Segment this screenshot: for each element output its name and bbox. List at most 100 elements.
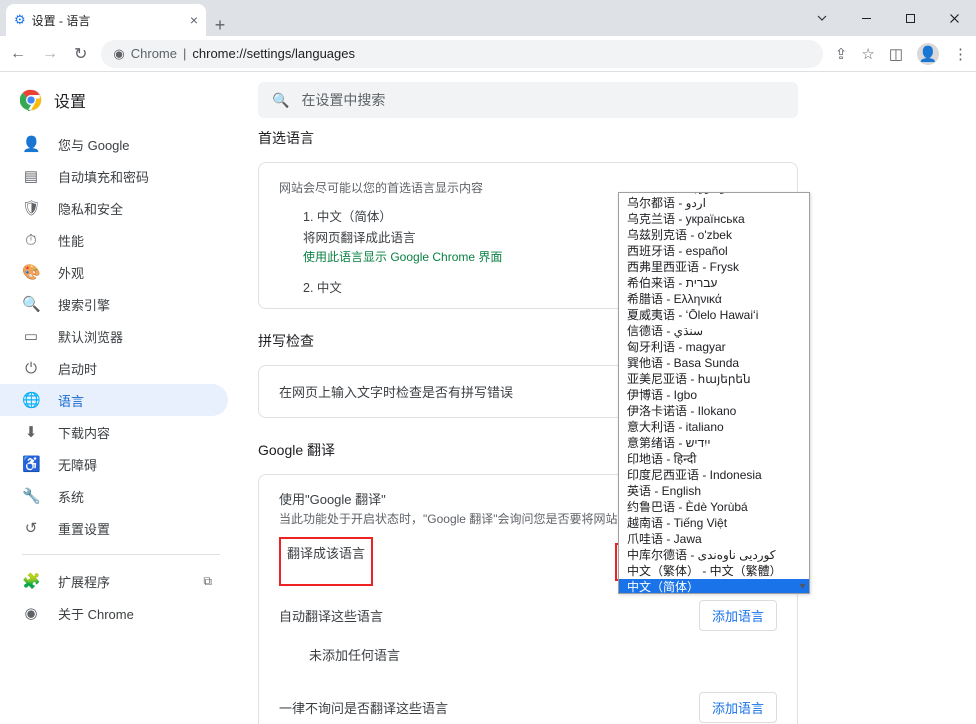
minimize-icon[interactable] [844, 0, 888, 36]
back-button[interactable]: ← [8, 45, 28, 63]
palette-icon: 🎨 [22, 263, 40, 281]
add-language-button-2[interactable]: 添加语言 [699, 692, 777, 723]
language-option[interactable]: 乌兹别克语 - o'zbek [619, 227, 809, 243]
new-tab-button[interactable]: + [206, 15, 234, 36]
sidebar-item-search[interactable]: 🔍 搜索引擎 [0, 288, 228, 320]
language-option[interactable]: 匈牙利语 - magyar [619, 339, 809, 355]
language-option[interactable]: 越南语 - Tiếng Việt [619, 515, 809, 531]
search-icon: 🔍 [22, 295, 40, 313]
sidebar-item-access[interactable]: ♿ 无障碍 [0, 448, 228, 480]
sidebar-item-label: 扩展程序 [58, 572, 110, 591]
sidebar-item-label: 默认浏览器 [58, 327, 123, 346]
window-titlebar: ⚙ 设置 - 语言 × + [0, 0, 976, 36]
toolbar-right: ⇪ ☆ ◫ 👤 ⋮ [835, 43, 968, 65]
speed-icon: ⏱ [22, 232, 40, 249]
language-option[interactable]: 中文（繁体） - 中文（繁體） [619, 563, 809, 579]
download-icon: ⬇ [22, 423, 40, 441]
language-option[interactable]: 爪哇语 - Jawa [619, 531, 809, 547]
url-prefix: Chrome [131, 46, 177, 61]
language-option[interactable]: 巽他语 - Basa Sunda [619, 355, 809, 371]
language-option[interactable]: 中文（简体） [619, 579, 809, 594]
sidebar-item-shield[interactable]: 🛡隐私和安全 [0, 192, 228, 224]
close-window-icon[interactable] [932, 0, 976, 36]
menu-icon[interactable]: ⋮ [953, 45, 968, 63]
reset-icon: ↺ [22, 519, 40, 537]
browser-icon: ▭ [22, 327, 40, 345]
share-icon[interactable]: ⇪ [835, 45, 848, 63]
sidebar-item-about[interactable]: ◉关于 Chrome [0, 597, 228, 629]
sidebar-item-autofill[interactable]: ▤ 自动填充和密码 [0, 160, 228, 192]
language-option[interactable]: 夏威夷语 - ʻŌlelo Hawaiʻi [619, 307, 809, 323]
sidebar-item-label: 您与 Google [58, 135, 130, 154]
sidebar-item-label: 重置设置 [58, 519, 110, 538]
language-option[interactable]: 中库尔德语 - کوردیی ناوەندی [619, 547, 809, 563]
sidebar-item-label: 下载内容 [58, 423, 110, 442]
sidebar-item-person[interactable]: 👤您与 Google [0, 128, 228, 160]
auto-translate-label: 自动翻译这些语言 [279, 606, 383, 625]
language-option[interactable]: 印度尼西亚语 - Indonesia [619, 467, 809, 483]
url-input[interactable]: ◉ Chrome | chrome://settings/languages [101, 40, 822, 68]
autofill-icon: ▤ [22, 167, 40, 185]
maximize-icon[interactable] [888, 0, 932, 36]
set-ui-language-link[interactable]: 使用此语言显示 Google Chrome 界面 [303, 250, 502, 264]
sidebar-item-label: 无障碍 [58, 455, 97, 474]
sidebar-item-label: 启动时 [58, 359, 97, 378]
gear-icon: ⚙ [14, 12, 26, 28]
sidebar-item-power[interactable]: ⏻启动时 [0, 352, 228, 384]
preferred-languages-heading: 首选语言 [258, 128, 976, 148]
language-option[interactable]: 亚美尼亚语 - հայերեն [619, 371, 809, 387]
shield-icon: 🛡 [22, 199, 40, 217]
language-option[interactable]: 伊博语 - Igbo [619, 387, 809, 403]
language-option[interactable]: 希伯来语 - עברית [619, 275, 809, 291]
language-option[interactable]: 约鲁巴语 - Èdè Yorùbá [619, 499, 809, 515]
reload-button[interactable]: ↻ [72, 44, 89, 64]
language-dropdown: 土耳其语 - Türkçe土库曼语 - türkmen dili威尔士语 - C… [618, 192, 810, 594]
language-option[interactable]: 伊洛卡诺语 - Ilokano [619, 403, 809, 419]
language-option[interactable]: 乌克兰语 - українська [619, 211, 809, 227]
sidebar-item-ext[interactable]: 🧩扩展程序⧉ [0, 565, 228, 597]
tab-close-icon[interactable]: × [190, 12, 198, 28]
chevron-down-icon[interactable] [800, 0, 844, 36]
language-option[interactable]: 信德语 - سنڌي [619, 323, 809, 339]
language-option[interactable]: 希腊语 - Ελληνικά [619, 291, 809, 307]
language-option[interactable]: 西弗里西亚语 - Frysk [619, 259, 809, 275]
sidebar-item-reset[interactable]: ↺ 重置设置 [0, 512, 228, 544]
forward-button[interactable]: → [40, 45, 60, 63]
wrench-icon: 🔧 [22, 487, 40, 505]
external-link-icon: ⧉ [203, 574, 212, 589]
sidebar-item-palette[interactable]: 🎨外观 [0, 256, 228, 288]
language-option[interactable]: 意第绪语 - ייִדיש [619, 435, 809, 451]
chrome-icon: ◉ [113, 46, 124, 62]
sidebar-item-download[interactable]: ⬇ 下载内容 [0, 416, 228, 448]
translate-target-label: 翻译成该语言 [279, 537, 373, 586]
sidebar-item-wrench[interactable]: 🔧 系统 [0, 480, 228, 512]
sidebar-item-globe[interactable]: 🌐语言 [0, 384, 228, 416]
about-icon: ◉ [22, 604, 40, 622]
sidebar-item-label: 搜索引擎 [58, 295, 110, 314]
bookmark-icon[interactable]: ☆ [861, 45, 874, 63]
spell-desc: 在网页上输入文字时检查是否有拼写错误 [279, 385, 513, 400]
sidebar-item-label: 自动填充和密码 [58, 167, 149, 186]
language-option[interactable]: 西班牙语 - español [619, 243, 809, 259]
language-dropdown-list[interactable]: 土耳其语 - Türkçe土库曼语 - türkmen dili威尔士语 - C… [619, 193, 809, 594]
sidebar-item-browser[interactable]: ▭ 默认浏览器 [0, 320, 228, 352]
address-bar: ← → ↻ ◉ Chrome | chrome://settings/langu… [0, 36, 976, 72]
language-option[interactable]: 印地语 - हिन्दी [619, 451, 809, 467]
never-translate-label: 一律不询问是否翻译这些语言 [279, 698, 448, 717]
tab-title: 设置 - 语言 [32, 12, 91, 29]
language-option[interactable]: 英语 - English [619, 483, 809, 499]
add-language-button-1[interactable]: 添加语言 [699, 600, 777, 631]
access-icon: ♿ [22, 455, 40, 473]
sidebar-item-label: 性能 [58, 231, 84, 250]
sidebar-item-label: 系统 [58, 487, 84, 506]
spell-check-heading: 拼写检查 [258, 331, 976, 351]
language-option[interactable]: 意大利语 - italiano [619, 419, 809, 435]
sidebar-item-speed[interactable]: ⏱ 性能 [0, 224, 228, 256]
side-panel-icon[interactable]: ◫ [889, 45, 903, 63]
language-option[interactable]: 乌尔都语 - اردو [619, 195, 809, 211]
window-controls [800, 0, 976, 36]
dropdown-more-icon[interactable]: ▼ [798, 581, 807, 591]
url-path: chrome://settings/languages [192, 46, 355, 61]
browser-tab[interactable]: ⚙ 设置 - 语言 × [6, 4, 206, 36]
profile-avatar[interactable]: 👤 [917, 43, 939, 65]
